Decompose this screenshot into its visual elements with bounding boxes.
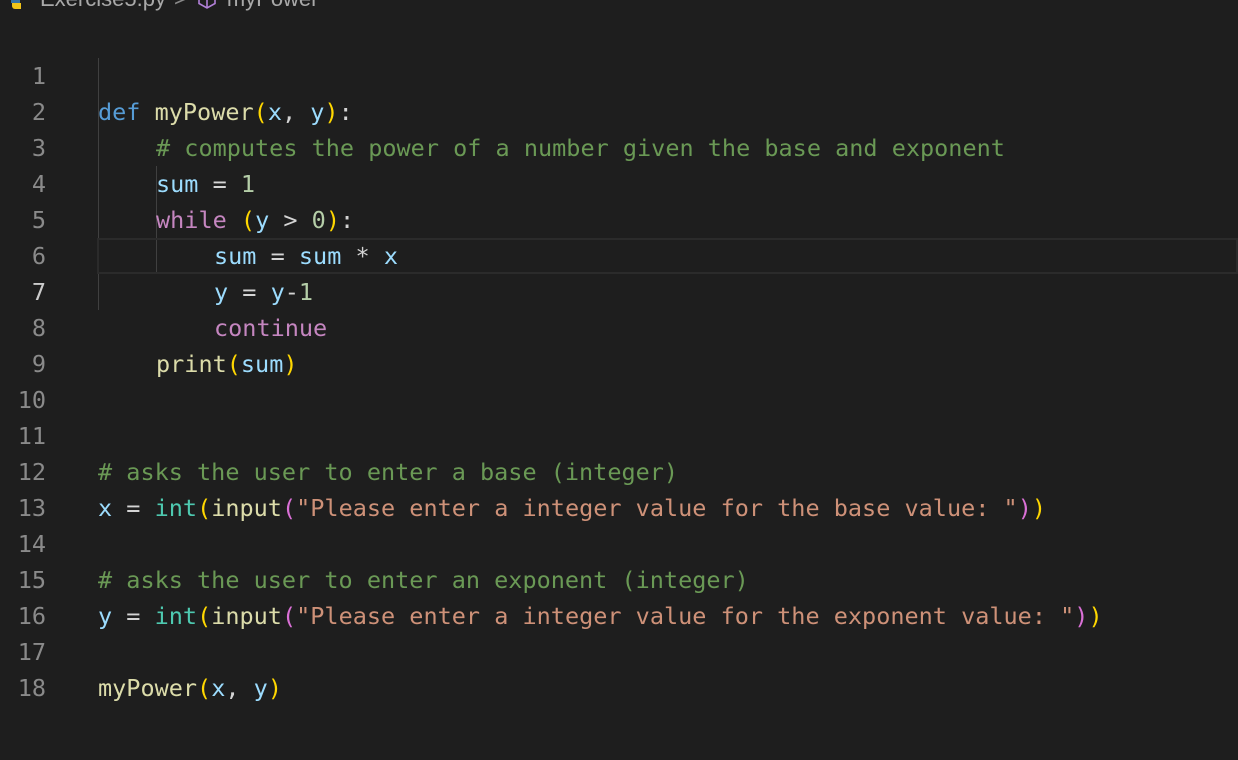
code-line[interactable]: 11 # asks the user to enter a base (inte… [0, 382, 1238, 486]
variable: x [211, 674, 226, 702]
code-line[interactable]: 14 # asks the user to enter an exponent … [0, 490, 1238, 594]
line-number: 18 [17, 674, 46, 702]
code-area[interactable]: 1 def myPower(x, y): 2 # computes the po… [0, 22, 1238, 702]
code-line[interactable]: 13 [0, 454, 1238, 522]
breadcrumb: Exercise5.py > myPower [0, 0, 319, 11]
breadcrumb-file[interactable]: Exercise5.py [40, 0, 166, 12]
function-call: myPower [98, 674, 198, 702]
line-number: 6 [31, 242, 46, 270]
code-line[interactable]: 12 x = int(input("Please enter a integer… [0, 418, 1238, 522]
method-cube-icon [195, 0, 219, 11]
code-line[interactable]: 2 # computes the power of a number given… [0, 58, 1238, 162]
code-line[interactable]: 9 [0, 310, 1238, 378]
code-line[interactable]: 16 [0, 562, 1238, 630]
code-editor[interactable]: Exercise5.py > myPower 1 def myPower(x, … [0, 0, 1238, 760]
breadcrumb-symbol[interactable]: myPower [227, 0, 319, 12]
comma: , [225, 674, 254, 702]
code-line[interactable]: 5 sum = sum * x [0, 166, 1238, 270]
python-icon [8, 0, 24, 9]
code-line[interactable]: 3 sum = 1 [0, 94, 1238, 198]
code-line[interactable]: 15 y = int(input("Please enter a integer… [0, 526, 1238, 630]
paren: ) [267, 674, 282, 702]
code-line-current[interactable]: 7 continue [32, 238, 1238, 342]
code-line[interactable]: 8 print(sum) [0, 274, 1238, 378]
variable: y [253, 674, 268, 702]
code-line[interactable]: 17 myPower(x, y) [0, 598, 1238, 702]
code-line[interactable]: 6 y = y-1 [0, 202, 1238, 306]
code-line[interactable]: 4 while (y > 0): [0, 130, 1238, 234]
code-line[interactable]: 1 def myPower(x, y): [0, 22, 1238, 126]
code-line[interactable]: 18 [0, 634, 1238, 702]
code-line[interactable]: 10 [0, 346, 1238, 414]
breadcrumb-separator: > [174, 0, 187, 12]
paren: ( [197, 674, 212, 702]
